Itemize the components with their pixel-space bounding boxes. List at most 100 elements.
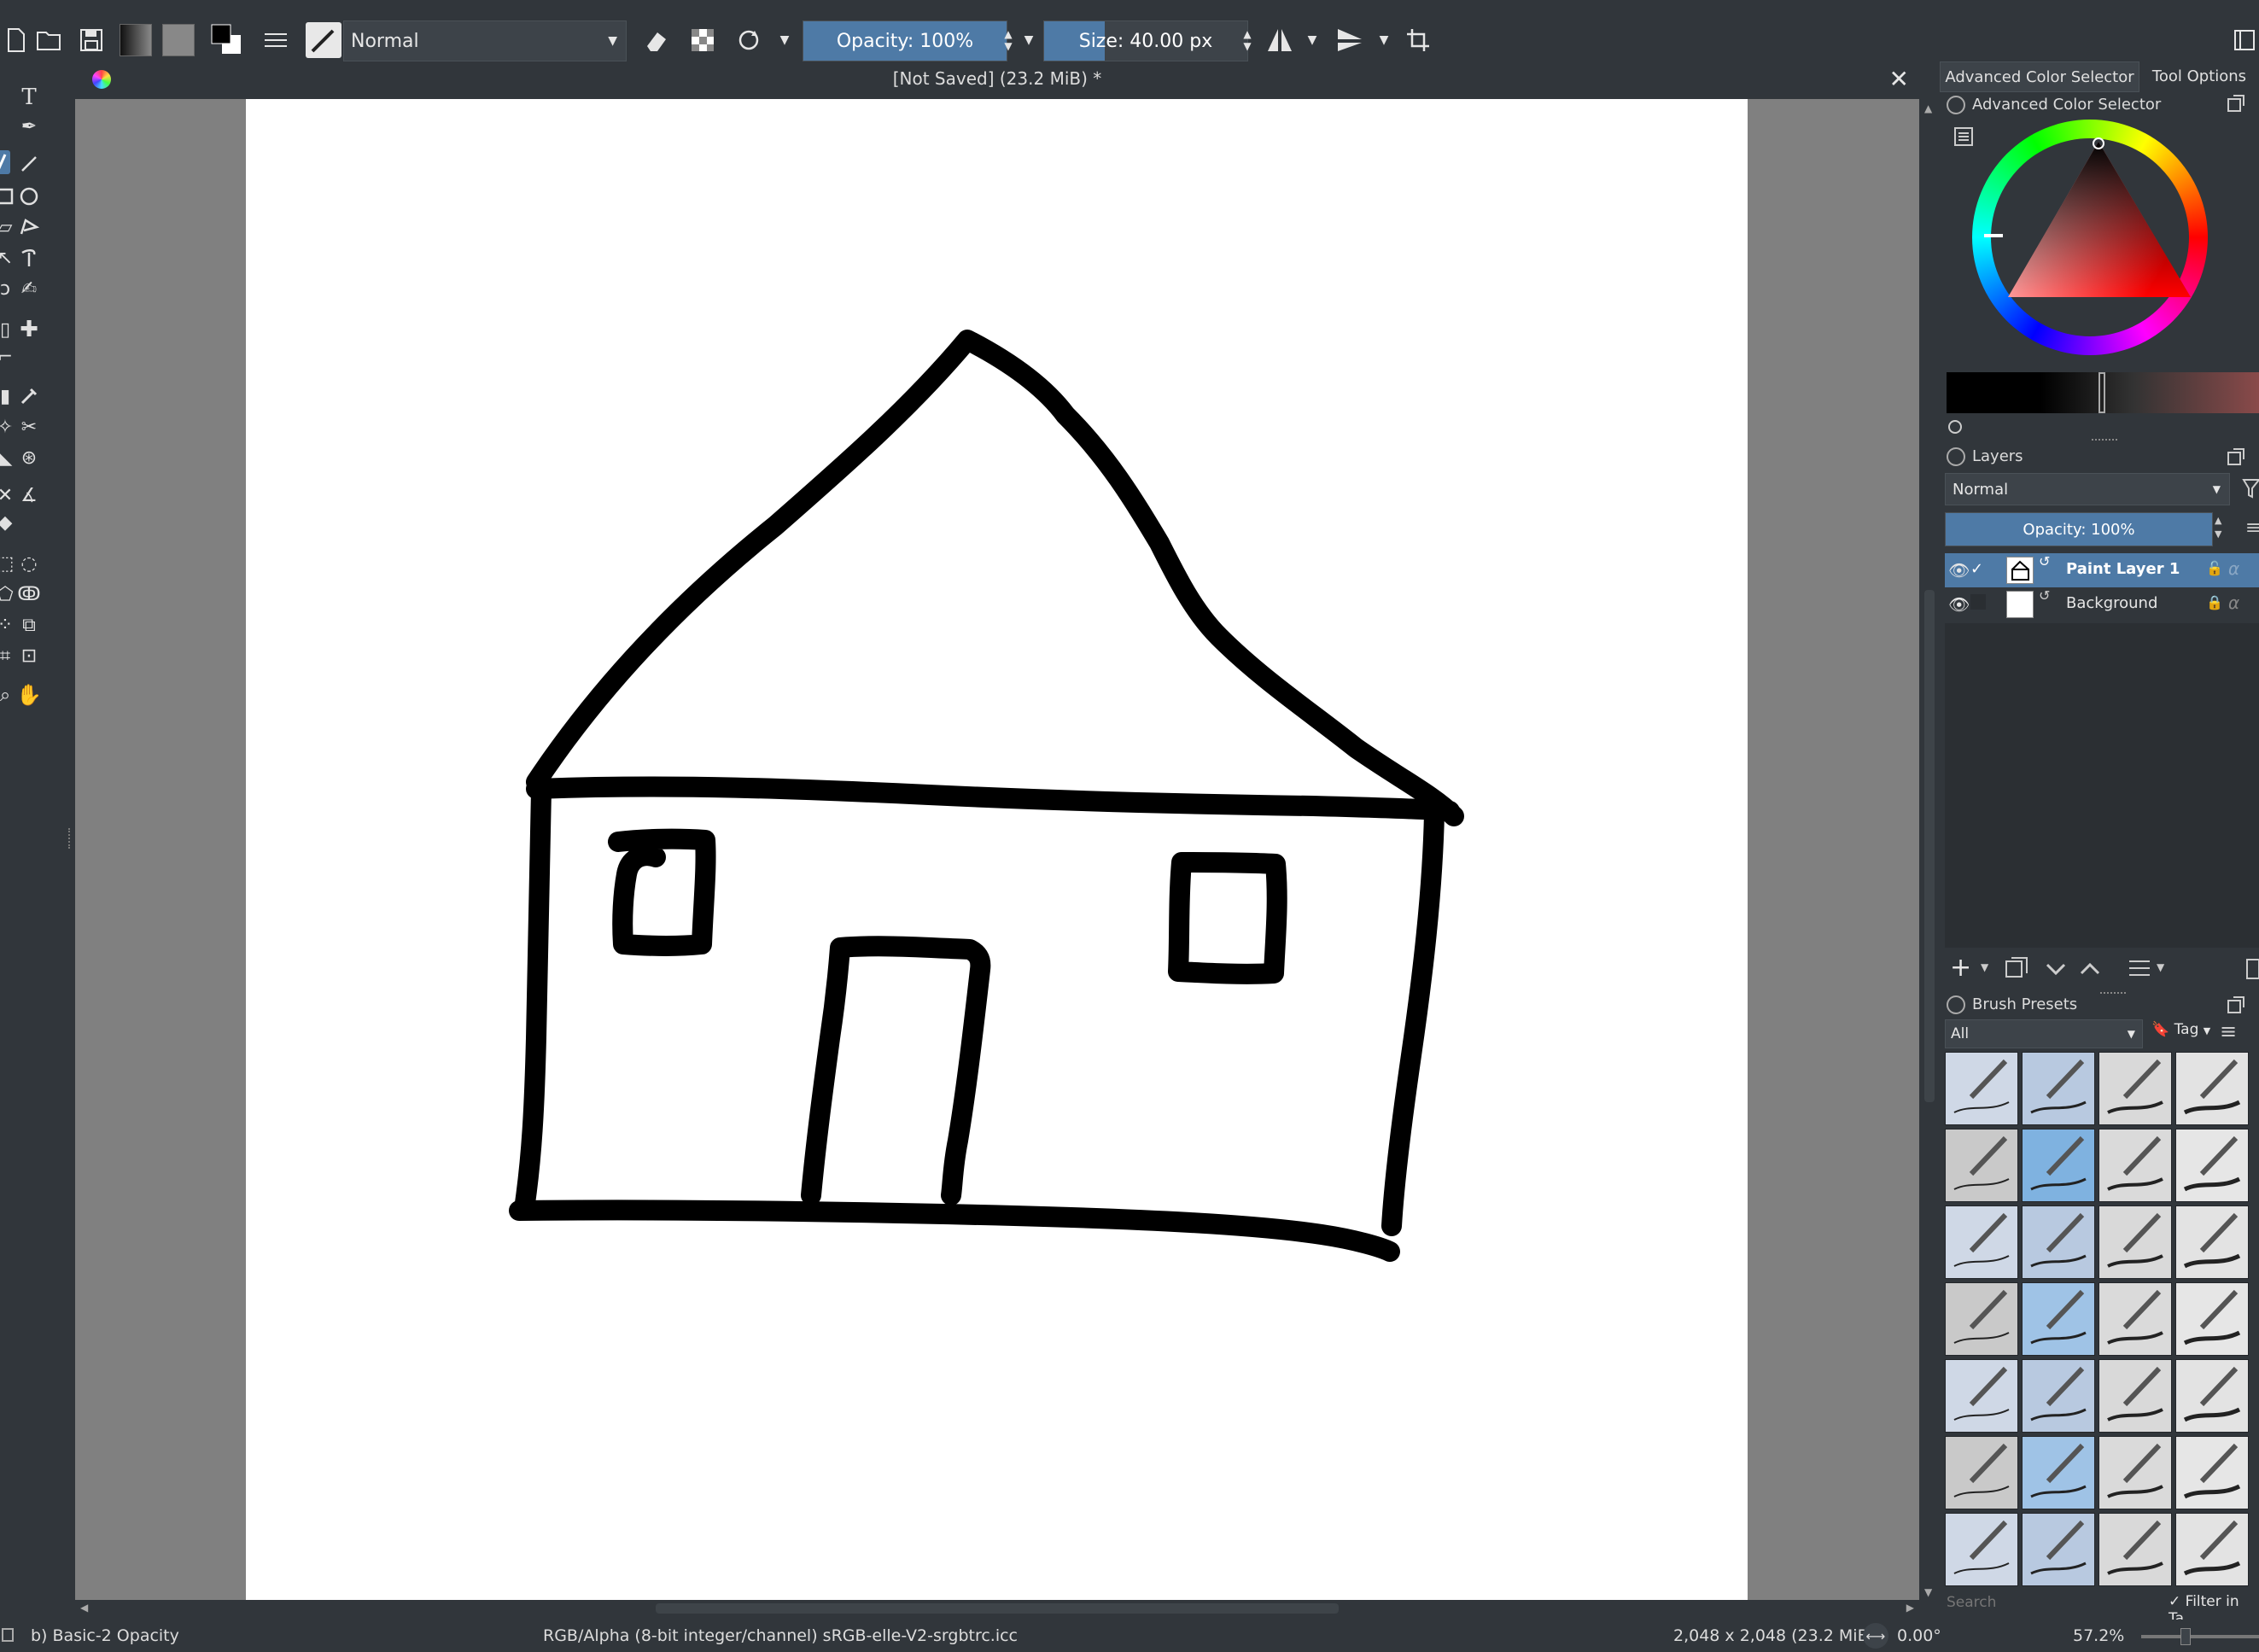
- magnetic-selection-tool-icon[interactable]: ⊡: [15, 642, 43, 669]
- brush-preset-thumbnail[interactable]: [2098, 1052, 2172, 1125]
- horizontal-scroll-thumb[interactable]: [656, 1603, 1339, 1614]
- reference-images-tool-icon[interactable]: ◆: [0, 509, 19, 536]
- pattern-icon[interactable]: [162, 24, 195, 56]
- layer-lock-icon[interactable]: 🔓: [2206, 560, 2223, 576]
- layer-row-background[interactable]: 👁 ↺ Background 🔒 α: [1945, 587, 2259, 622]
- window-toggle-icon[interactable]: [2228, 24, 2259, 56]
- open-document-icon[interactable]: [32, 24, 65, 56]
- mirror-vertical-icon[interactable]: [1334, 24, 1366, 56]
- brush-preset-thumbnail[interactable]: [1945, 1513, 2018, 1586]
- ellipse-tool-icon[interactable]: [15, 183, 43, 210]
- brush-preset-thumbnail[interactable]: [2098, 1205, 2172, 1279]
- brush-preset-thumbnail[interactable]: [2022, 1359, 2095, 1433]
- brush-preset-thumbnail[interactable]: [2022, 1052, 2095, 1125]
- toolbox-splitter[interactable]: [68, 828, 73, 849]
- layer-properties-chevron-icon[interactable]: ▼: [2157, 961, 2164, 973]
- brush-search-input[interactable]: [1941, 1588, 2163, 1617]
- brush-preset-thumbnail[interactable]: [2022, 1513, 2095, 1586]
- fg-bg-color-icon[interactable]: [210, 24, 242, 56]
- duplicate-layer-icon[interactable]: [2005, 956, 2028, 980]
- brush-preset-thumbnail[interactable]: [1945, 1282, 2018, 1356]
- inherit-alpha-icon[interactable]: ↺: [2039, 587, 2050, 604]
- layer-opacity-spin-icon[interactable]: ▲ ▼: [2215, 514, 2221, 541]
- brush-preset-thumbnail[interactable]: [1945, 1359, 2018, 1433]
- scroll-right-icon[interactable]: ▶: [1906, 1602, 1914, 1614]
- docker-splitter[interactable]: [2100, 992, 2126, 997]
- brush-preset-icon[interactable]: [306, 22, 341, 58]
- tab-advanced-color-selector[interactable]: Advanced Color Selector: [1940, 61, 2139, 92]
- blend-mode-select[interactable]: Normal ▼: [343, 20, 627, 61]
- docker-float-icon[interactable]: [2227, 94, 2245, 113]
- brush-presets-lock-icon[interactable]: [1947, 995, 1965, 1014]
- brush-preset-thumbnail[interactable]: [2098, 1129, 2172, 1202]
- brush-preset-thumbnail[interactable]: [2022, 1282, 2095, 1356]
- hue-ring[interactable]: [1972, 120, 2208, 355]
- eraser-icon[interactable]: [639, 24, 671, 56]
- mirror-vertical-chevron-icon[interactable]: ▼: [1368, 24, 1400, 56]
- brush-search-field[interactable]: [1945, 1593, 2153, 1612]
- brush-preset-thumbnail[interactable]: [2175, 1129, 2249, 1202]
- docker-lock-icon[interactable]: [1947, 96, 1965, 114]
- pan-tool-icon[interactable]: ✋: [15, 681, 43, 709]
- canvas-image[interactable]: [246, 99, 1748, 1600]
- brush-preset-thumbnail[interactable]: [2098, 1513, 2172, 1586]
- add-layer-chevron-icon[interactable]: ▼: [1981, 961, 1988, 973]
- opacity-slider[interactable]: Opacity: 100%: [803, 20, 1007, 61]
- visibility-eye-icon[interactable]: 👁: [1948, 560, 1970, 581]
- brush-settings-icon[interactable]: [260, 24, 292, 56]
- transform-tool-icon[interactable]: ⌐: [0, 343, 19, 371]
- color-selector-settings-icon[interactable]: [1953, 126, 1974, 147]
- scroll-up-icon[interactable]: ▲: [1924, 102, 1932, 114]
- brush-preset-thumbnail[interactable]: [2098, 1359, 2172, 1433]
- layer-opacity-slider[interactable]: Opacity: 100%: [1945, 512, 2213, 546]
- brush-preset-thumbnail[interactable]: [1945, 1205, 2018, 1279]
- scroll-down-icon[interactable]: ▼: [1924, 1586, 1932, 1598]
- elliptical-selection-tool-icon[interactable]: ◌: [15, 550, 43, 577]
- layer-menu-icon[interactable]: ≡: [2245, 517, 2259, 539]
- calligraphy-tool-icon[interactable]: ✒: [15, 113, 43, 140]
- size-spin-icon[interactable]: ▲ ▼: [1231, 24, 1264, 56]
- visibility-eye-icon[interactable]: 👁: [1948, 594, 1970, 615]
- tag-button[interactable]: 🔖 Tag ▼: [2151, 1021, 2210, 1038]
- tab-tool-options[interactable]: Tool Options: [2139, 61, 2259, 90]
- enclose-fill-tool-icon[interactable]: ⊛: [15, 444, 43, 471]
- brush-preset-thumbnail[interactable]: [2175, 1282, 2249, 1356]
- size-slider[interactable]: Size: 40.00 px: [1043, 20, 1248, 61]
- brush-preset-thumbnail[interactable]: [1945, 1129, 2018, 1202]
- layer-properties-icon[interactable]: [2128, 956, 2151, 980]
- close-document-icon[interactable]: ✕: [1889, 65, 1909, 93]
- alpha-channel-icon[interactable]: α: [2228, 593, 2239, 613]
- move-layer-up-icon[interactable]: [2078, 956, 2102, 980]
- text-tool-icon[interactable]: T: [15, 84, 43, 111]
- brush-preset-thumbnail[interactable]: [1945, 1436, 2018, 1509]
- brush-preset-thumbnail[interactable]: [2175, 1359, 2249, 1433]
- layers-float-icon[interactable]: [2227, 447, 2245, 466]
- brush-view-menu-icon[interactable]: ≡: [2220, 1019, 2237, 1043]
- layer-checkbox-icon[interactable]: [1970, 594, 1986, 610]
- freehand-selection-tool-icon[interactable]: ↂ: [15, 581, 43, 608]
- zoom-slider-handle[interactable]: [2180, 1628, 2191, 1645]
- move-tool-icon[interactable]: ✚: [15, 316, 43, 343]
- new-document-icon[interactable]: [0, 24, 32, 56]
- brush-preset-thumbnail[interactable]: [2022, 1436, 2095, 1509]
- layer-checkbox-icon[interactable]: ✓: [1970, 560, 1983, 578]
- layer-lock-icon[interactable]: 🔒: [2206, 594, 2223, 610]
- delete-layer-icon[interactable]: [2245, 954, 2259, 980]
- inherit-alpha-icon[interactable]: ↺: [2039, 553, 2050, 569]
- polyline-tool-icon[interactable]: [15, 213, 43, 241]
- color-history-bar[interactable]: [1947, 372, 2259, 413]
- measure-tool-icon[interactable]: ∡: [15, 482, 43, 509]
- horizontal-scrollbar[interactable]: ◀ ▶: [75, 1600, 1919, 1617]
- brush-filter-select[interactable]: All ▼: [1945, 1019, 2143, 1048]
- document-tab[interactable]: [Not Saved] (23.2 MiB) * ✕: [75, 61, 1919, 99]
- brush-preset-thumbnail[interactable]: [2175, 1205, 2249, 1279]
- brush-presets-float-icon[interactable]: [2227, 995, 2245, 1014]
- rotation-icon[interactable]: ⟷: [1863, 1623, 1888, 1649]
- multibrush-tool-icon[interactable]: ✍: [15, 275, 43, 302]
- brush-preset-thumbnail[interactable]: [2022, 1129, 2095, 1202]
- color-sampler-tool-icon[interactable]: [15, 382, 43, 410]
- brush-preset-thumbnail[interactable]: [2175, 1052, 2249, 1125]
- color-profile-info[interactable]: RGB/Alpha (8-bit integer/channel) sRGB-e…: [543, 1626, 1018, 1645]
- mirror-horizontal-chevron-icon[interactable]: ▼: [1296, 24, 1328, 56]
- vertical-scroll-thumb[interactable]: [1924, 590, 1935, 1102]
